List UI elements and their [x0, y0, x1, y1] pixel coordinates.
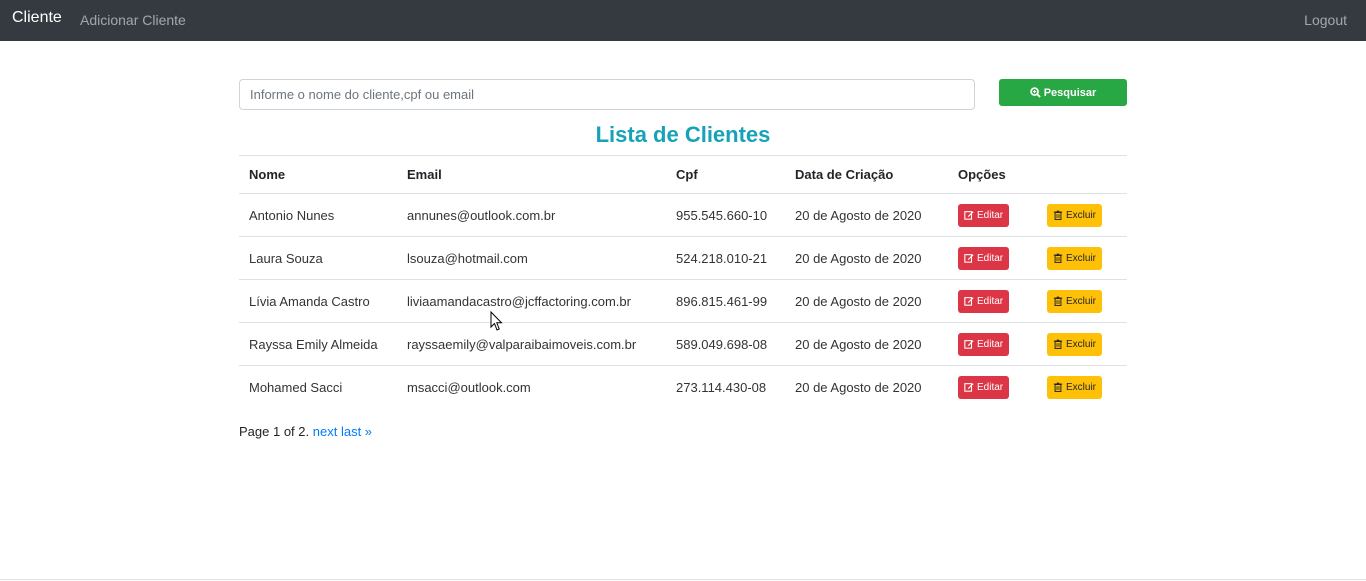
pagination: Page 1 of 2. next last »: [239, 424, 372, 439]
cell-edit: Editar: [948, 322, 1037, 366]
navbar: Cliente Adicionar Cliente Logout: [0, 0, 1366, 41]
cell-nome: Lívia Amanda Castro: [239, 279, 397, 323]
edit-button[interactable]: Editar: [958, 375, 1010, 399]
cell-nome: Antonio Nunes: [239, 193, 397, 237]
cell-delete: Excluir: [1037, 193, 1127, 237]
delete-button-label: Excluir: [1066, 338, 1097, 350]
cell-data: 20 de Agosto de 2020: [785, 193, 948, 237]
trash-icon: [1053, 210, 1063, 220]
edit-icon: [964, 254, 974, 263]
cell-delete: Excluir: [1037, 366, 1127, 409]
cell-data: 20 de Agosto de 2020: [795, 379, 922, 395]
edit-button-label: Editar: [977, 209, 1004, 221]
cell-data: 20 de Agosto de 2020: [785, 279, 948, 323]
cell-cpf: 273.114.430-08: [676, 379, 767, 395]
edit-button[interactable]: Editar: [958, 203, 1010, 227]
cell-cpf: 896.815.461-99: [666, 279, 785, 323]
cell-cpf: 955.545.660-10: [666, 193, 785, 237]
navbar-brand[interactable]: Cliente: [12, 9, 62, 27]
edit-icon: [964, 297, 974, 306]
table-header-row: Nome Email Cpf Data de Criação Opções: [239, 155, 1127, 194]
cell-email: annunes@outlook.com.br: [397, 193, 666, 237]
clients-table: Nome Email Cpf Data de Criação Opções An…: [239, 155, 1127, 409]
header-empty: [1037, 155, 1127, 194]
pagination-last-link[interactable]: last »: [341, 424, 372, 439]
cell-delete: Excluir: [1037, 322, 1127, 366]
delete-button-label: Excluir: [1066, 295, 1097, 307]
cell-data: 20 de Agosto de 2020: [785, 236, 948, 280]
cell-nome: Rayssa Emily Almeida: [239, 322, 397, 366]
table-row: Mohamed Sacci msacci@outlook.com 273.114.4…: [239, 366, 1127, 409]
edit-button[interactable]: Editar: [958, 289, 1010, 313]
table-row: Antonio Nunes annunes@outlook.com.br 955.5…: [239, 193, 1127, 237]
delete-button[interactable]: Excluir: [1047, 203, 1103, 227]
zoom-icon: [1029, 87, 1041, 98]
pagination-status: Page 1 of 2.: [239, 424, 310, 439]
cell-delete: Excluir: [1037, 236, 1127, 280]
footer-divider: [0, 579, 1366, 580]
edit-icon: [964, 211, 974, 220]
cell-edit: Editar: [948, 279, 1037, 323]
edit-icon: [964, 383, 974, 392]
nav-logout-link[interactable]: Logout: [1304, 12, 1347, 28]
cell-edit: Editar: [948, 366, 1037, 409]
delete-button[interactable]: Excluir: [1047, 332, 1103, 356]
header-opcoes: Opções: [948, 155, 1037, 194]
trash-icon: [1053, 382, 1063, 393]
cell-email: msacci@outlook.com: [407, 379, 531, 395]
delete-button[interactable]: Excluir: [1047, 375, 1103, 399]
nav-add-client-link[interactable]: Adicionar Cliente: [80, 12, 186, 28]
cell-email: lsouza@hotmail.com: [397, 236, 666, 280]
edit-button-label: Editar: [977, 295, 1004, 307]
cell-edit: Editar: [948, 236, 1037, 280]
cell-cpf: 589.049.698-08: [666, 322, 785, 366]
edit-button[interactable]: Editar: [958, 246, 1010, 270]
cell-data: 20 de Agosto de 2020: [785, 322, 948, 366]
delete-button[interactable]: Excluir: [1047, 289, 1103, 313]
edit-button[interactable]: Editar: [958, 332, 1010, 356]
header-email: Email: [397, 155, 666, 194]
cell-email: liviaamandacastro@jcffactoring.com.br: [397, 279, 666, 323]
delete-button-label: Excluir: [1066, 381, 1097, 393]
delete-button-label: Excluir: [1066, 209, 1097, 221]
cell-edit: Editar: [948, 193, 1037, 237]
header-nome: Nome: [239, 155, 397, 194]
trash-icon: [1053, 296, 1063, 306]
cell-delete: Excluir: [1037, 279, 1127, 323]
edit-icon: [964, 340, 974, 349]
cell-nome: Mohamed Sacci: [249, 379, 343, 395]
header-cpf: Cpf: [666, 155, 785, 194]
page-title: Lista de Clientes: [595, 122, 771, 147]
header-data: Data de Criação: [785, 155, 948, 194]
table-row: Laura Souza lsouza@hotmail.com 524.218.010…: [239, 236, 1127, 280]
cell-email: rayssaemily@valparaibaimoveis.com.br: [397, 322, 666, 366]
trash-icon: [1053, 339, 1063, 349]
trash-icon: [1053, 253, 1063, 263]
pagination-next-link[interactable]: next: [313, 424, 338, 439]
edit-button-label: Editar: [977, 338, 1004, 350]
delete-button[interactable]: Excluir: [1047, 246, 1103, 270]
mouse-pointer-icon: [490, 311, 503, 331]
table-row: Rayssa Emily Almeida rayssaemily@valparai…: [239, 322, 1127, 366]
delete-button-label: Excluir: [1066, 252, 1097, 264]
cell-nome: Laura Souza: [239, 236, 397, 280]
edit-button-label: Editar: [977, 252, 1004, 264]
search-button[interactable]: Pesquisar: [999, 79, 1127, 106]
cell-cpf: 524.218.010-21: [666, 236, 785, 280]
edit-button-label: Editar: [977, 381, 1004, 393]
search-button-label: Pesquisar: [1043, 86, 1097, 99]
search-input[interactable]: [239, 79, 975, 110]
table-row: Lívia Amanda Castro liviaamandacastro@jcf…: [239, 279, 1127, 323]
